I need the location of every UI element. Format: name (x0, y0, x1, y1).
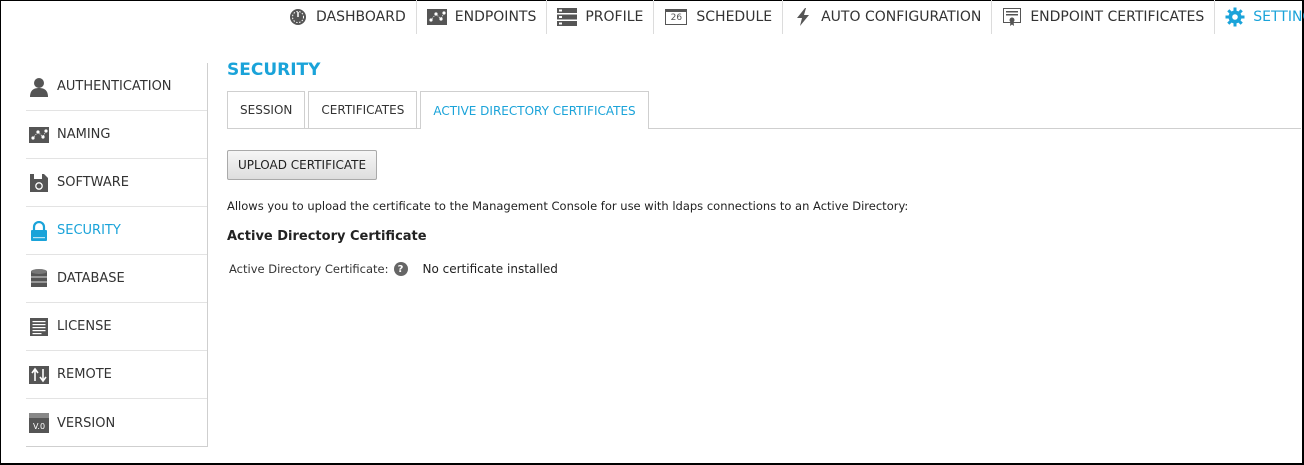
sidebar-item-software[interactable]: SOFTWARE (26, 159, 207, 207)
sidebar-item-label: SECURITY (57, 223, 121, 238)
lightning-bolt-icon (793, 7, 813, 27)
page-title: SECURITY (227, 60, 321, 80)
tab-label: CERTIFICATES (321, 103, 405, 117)
nav-endpoint-certificates[interactable]: ENDPOINT CERTIFICATES (992, 0, 1216, 34)
sidebar-item-security[interactable]: SECURITY (26, 207, 207, 255)
upload-certificate-button[interactable]: UPLOAD CERTIFICATE (227, 150, 378, 180)
tab-session[interactable]: SESSION (227, 91, 306, 128)
nav-schedule-label: SCHEDULE (696, 9, 773, 25)
naming-network-icon (29, 125, 49, 145)
endpoints-network-icon (426, 7, 447, 27)
profile-server-icon (557, 7, 578, 27)
sidebar-item-label: DATABASE (57, 271, 125, 286)
version-icon: V.0 (29, 413, 49, 433)
remote-arrows-icon (29, 365, 49, 385)
tab-label: SESSION (240, 103, 293, 117)
sidebar-item-label: SOFTWARE (57, 175, 129, 190)
sidebar-item-version[interactable]: V.0 VERSION (26, 399, 207, 447)
nav-auto-configuration-label: AUTO CONFIGURATION (821, 9, 982, 25)
main-content: SECURITY SESSION CERTIFICATES ACTIVE DIR… (227, 58, 1301, 276)
nav-dashboard[interactable]: DASHBOARD (278, 0, 417, 34)
sidebar-item-label: LICENSE (57, 319, 112, 334)
sidebar-item-authentication[interactable]: AUTHENTICATION (26, 63, 207, 111)
sidebar-item-database[interactable]: DATABASE (26, 255, 207, 303)
nav-endpoints[interactable]: ENDPOINTS (417, 0, 548, 34)
nav-settings-label: SETTINGS (1253, 9, 1304, 25)
sidebar-item-label: VERSION (57, 415, 116, 431)
sidebar-item-license[interactable]: LICENSE (26, 303, 207, 351)
tab-bar: SESSION CERTIFICATES ACTIVE DIRECTORY CE… (227, 91, 1301, 129)
nav-auto-configuration[interactable]: AUTO CONFIGURATION (783, 0, 993, 34)
top-navigation: DASHBOARD ENDPOINTS PROFILE 26 SCHEDULE … (278, 0, 1304, 34)
lock-icon (29, 220, 49, 241)
nav-schedule[interactable]: 26 SCHEDULE (654, 0, 784, 34)
nav-endpoints-label: ENDPOINTS (454, 9, 537, 25)
certificate-field-label: Active Directory Certificate: (229, 262, 389, 276)
nav-profile-label: PROFILE (585, 9, 644, 25)
sidebar-item-label: AUTHENTICATION (57, 79, 172, 94)
nav-profile[interactable]: PROFILE (547, 0, 655, 34)
sidebar-item-naming[interactable]: NAMING (26, 111, 207, 159)
tab-certificates[interactable]: CERTIFICATES (308, 91, 418, 128)
settings-sidebar: AUTHENTICATION NAMING SOFTWARE SECURITY … (26, 63, 208, 447)
sidebar-item-remote[interactable]: REMOTE (26, 351, 207, 399)
dashboard-gauge-icon (288, 7, 308, 27)
gear-icon (1225, 7, 1245, 27)
sidebar-item-label: NAMING (57, 127, 111, 142)
nav-dashboard-label: DASHBOARD (316, 9, 406, 25)
calendar-icon: 26 (664, 7, 688, 27)
database-icon (29, 268, 49, 289)
tab-label: ACTIVE DIRECTORY CERTIFICATES (433, 103, 636, 118)
section-title: Active Directory Certificate (227, 229, 427, 244)
software-disk-icon (29, 173, 49, 193)
nav-endpoint-certificates-label: ENDPOINT CERTIFICATES (1030, 9, 1205, 25)
certificate-icon (1002, 7, 1022, 27)
license-document-icon (29, 317, 49, 337)
nav-settings[interactable]: SETTINGS (1215, 0, 1304, 34)
certificate-status-value: No certificate installed (422, 262, 558, 276)
sidebar-item-label: REMOTE (57, 367, 112, 382)
help-icon[interactable]: ? (393, 262, 408, 276)
tab-active-directory-certificates[interactable]: ACTIVE DIRECTORY CERTIFICATES (420, 91, 649, 129)
certificate-field-row: Active Directory Certificate: ? No certi… (227, 262, 1301, 276)
user-icon (29, 77, 49, 97)
description-text: Allows you to upload the certificate to … (227, 199, 909, 213)
